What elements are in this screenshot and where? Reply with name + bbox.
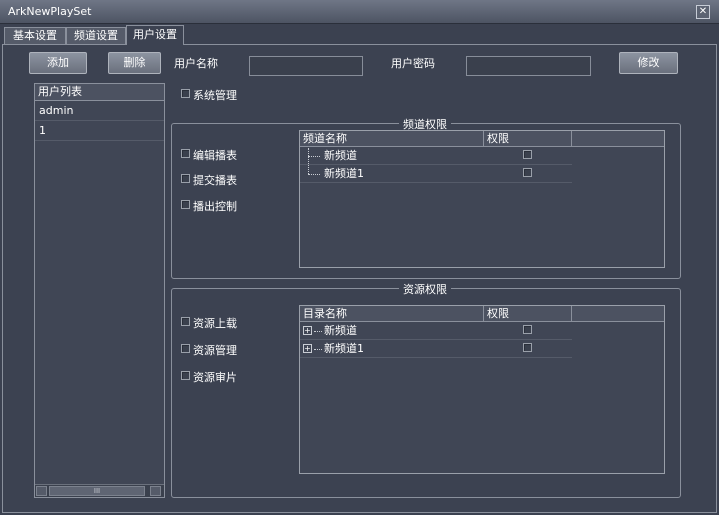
resource-permissions-table[interactable]: 目录名称 权限 + 新频道 + 新频道1: [299, 305, 665, 474]
permission-checkbox[interactable]: [523, 343, 532, 352]
username-label: 用户名称: [174, 57, 218, 70]
column-header-permission[interactable]: 权限: [484, 306, 572, 322]
table-row-channel-name[interactable]: 新频道: [324, 147, 357, 164]
tab-channel-settings[interactable]: 频道设置: [66, 27, 126, 45]
edit-schedule-checkbox[interactable]: [181, 149, 190, 158]
password-input[interactable]: [466, 56, 591, 76]
resource-manage-checkbox[interactable]: [181, 344, 190, 353]
column-header-empty[interactable]: [572, 306, 664, 322]
scroll-left-icon[interactable]: [36, 486, 47, 496]
tab-basic-settings[interactable]: 基本设置: [4, 27, 66, 45]
submit-schedule-checkbox[interactable]: [181, 174, 190, 183]
resource-upload-checkbox[interactable]: [181, 317, 190, 326]
title-bar: [0, 0, 719, 24]
permission-checkbox[interactable]: [523, 150, 532, 159]
table-row-channel-name[interactable]: 新频道1: [324, 165, 364, 182]
permission-checkbox[interactable]: [523, 325, 532, 334]
resource-upload-label: 资源上载: [193, 317, 237, 330]
scroll-right-icon[interactable]: [150, 486, 161, 496]
tree-branch: [314, 349, 322, 350]
scroll-thumb[interactable]: III: [49, 486, 145, 496]
close-icon[interactable]: ✕: [696, 5, 710, 19]
modify-button[interactable]: 修改: [619, 52, 678, 74]
list-item[interactable]: 1: [35, 122, 164, 141]
horizontal-scrollbar[interactable]: III: [35, 484, 164, 497]
list-item[interactable]: admin: [35, 102, 164, 121]
resource-review-checkbox[interactable]: [181, 371, 190, 380]
tree-branch: [308, 156, 320, 157]
expand-icon[interactable]: +: [303, 344, 312, 353]
user-list[interactable]: 用户列表 admin 1 III: [34, 83, 165, 498]
window-title: ArkNewPlaySet: [8, 5, 92, 18]
scroll-thumb-grip: III: [93, 487, 101, 495]
tree-branch: [314, 331, 322, 332]
system-admin-checkbox[interactable]: [181, 89, 190, 98]
expand-icon[interactable]: +: [303, 326, 312, 335]
table-row-directory-name[interactable]: 新频道: [324, 322, 357, 339]
resource-permissions-title: 资源权限: [399, 281, 451, 297]
column-header-channel-name[interactable]: 频道名称: [300, 131, 484, 147]
password-label: 用户密码: [391, 57, 435, 70]
user-list-header: 用户列表: [35, 84, 164, 101]
column-header-permission[interactable]: 权限: [484, 131, 572, 147]
row-separator: [300, 182, 572, 183]
resource-review-label: 资源审片: [193, 371, 237, 384]
channel-permissions-table[interactable]: 频道名称 权限 新频道 新频道1: [299, 130, 665, 268]
edit-schedule-label: 编辑播表: [193, 149, 237, 162]
tab-user-settings[interactable]: 用户设置: [126, 25, 184, 45]
permission-checkbox[interactable]: [523, 168, 532, 177]
table-row-directory-name[interactable]: 新频道1: [324, 340, 364, 357]
delete-button[interactable]: 删除: [108, 52, 161, 74]
submit-schedule-label: 提交播表: [193, 174, 237, 187]
playout-control-checkbox[interactable]: [181, 200, 190, 209]
tree-line: [308, 148, 309, 174]
system-admin-label: 系统管理: [193, 89, 237, 102]
playout-control-label: 播出控制: [193, 200, 237, 213]
row-separator: [300, 357, 572, 358]
username-input[interactable]: [249, 56, 363, 76]
resource-manage-label: 资源管理: [193, 344, 237, 357]
add-button[interactable]: 添加: [29, 52, 87, 74]
tree-branch: [308, 174, 320, 175]
column-header-directory-name[interactable]: 目录名称: [300, 306, 484, 322]
column-header-empty[interactable]: [572, 131, 664, 147]
